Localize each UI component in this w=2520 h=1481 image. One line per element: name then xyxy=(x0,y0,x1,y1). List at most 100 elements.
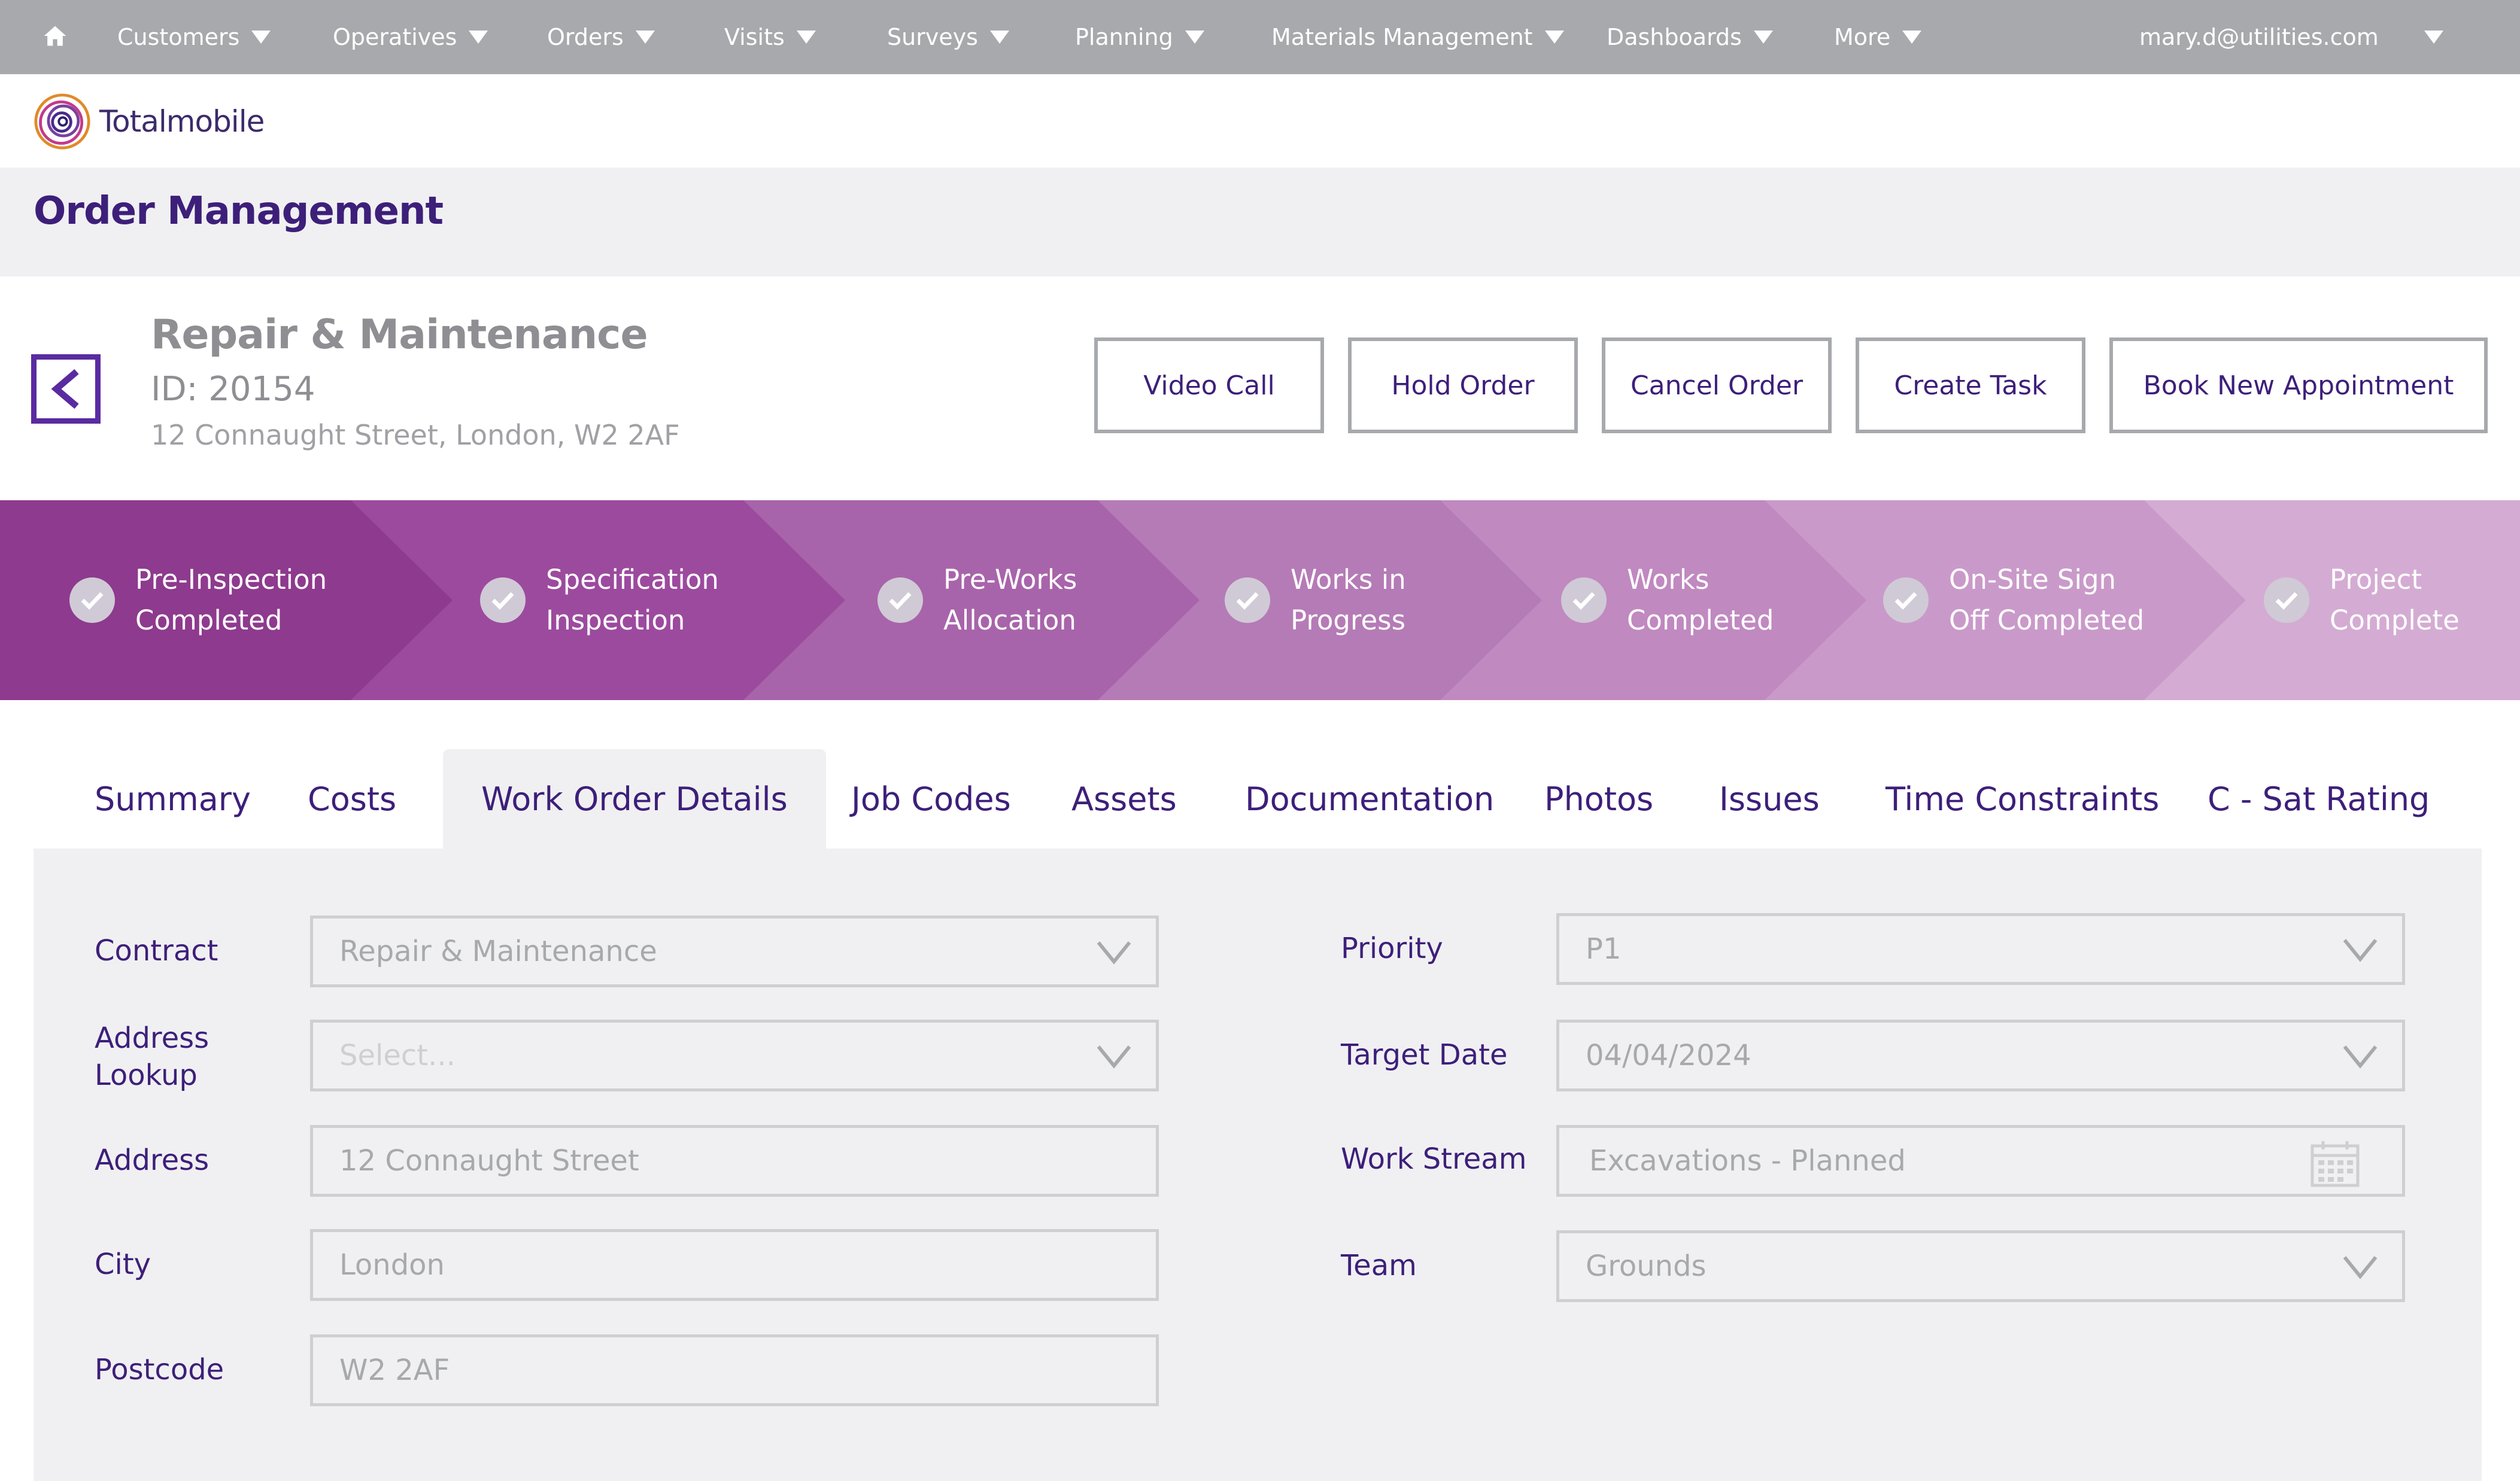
book-new-appointment-button[interactable]: Book New Appointment xyxy=(2109,337,2488,433)
priority-value: P1 xyxy=(1586,932,1622,966)
contract-value: Repair & Maintenance xyxy=(339,935,657,968)
nav-item-label: Visits xyxy=(724,24,785,50)
work-stream-value: Excavations - Planned xyxy=(1589,1144,1906,1178)
priority-label: Priority xyxy=(1341,932,1443,965)
order-address: 12 Connaught Street, London, W2 2AF xyxy=(151,419,680,451)
order-id: ID: 20154 xyxy=(151,370,315,409)
caret-down-icon xyxy=(1185,31,1204,44)
check-circle-icon xyxy=(69,577,115,623)
caret-down-icon xyxy=(2424,31,2443,44)
priority-select[interactable]: P1 xyxy=(1556,913,2405,985)
nav-item-label: More xyxy=(1834,24,1891,50)
tab-c-sat-rating[interactable]: C - Sat Rating xyxy=(2208,749,2430,849)
postcode-field[interactable]: W2 2AF xyxy=(310,1334,1159,1406)
check-circle-icon xyxy=(1883,577,1929,623)
caret-down-icon xyxy=(1902,31,1922,44)
calendar-icon[interactable] xyxy=(2310,1140,2360,1188)
page-header: Order Management xyxy=(0,168,2520,276)
chevron-down-icon xyxy=(1097,1045,1131,1069)
address-lookup-select[interactable]: Select... xyxy=(310,1020,1159,1091)
stage-item: Specification Inspection xyxy=(480,500,719,700)
nav-item-orders[interactable]: Orders xyxy=(547,0,655,74)
stage-item: Works in Progress xyxy=(1225,500,1406,700)
nav-item-materials-management[interactable]: Materials Management xyxy=(1271,0,1564,74)
nav-item-label: Dashboards xyxy=(1607,24,1742,50)
chevron-down-icon xyxy=(2343,1045,2378,1069)
hold-order-button[interactable]: Hold Order xyxy=(1348,337,1578,433)
nav-item-surveys[interactable]: Surveys xyxy=(887,0,1009,74)
home-icon[interactable] xyxy=(42,23,68,49)
city-field[interactable]: London xyxy=(310,1229,1159,1301)
nav-item-label: Orders xyxy=(547,24,624,50)
caret-down-icon xyxy=(469,31,488,44)
nav-item-dashboards[interactable]: Dashboards xyxy=(1607,0,1773,74)
stage-label: Works in Progress xyxy=(1291,564,1406,636)
cancel-order-button[interactable]: Cancel Order xyxy=(1602,337,1832,433)
chevron-left-icon xyxy=(51,369,79,409)
nav-item-label: Customers xyxy=(117,24,240,50)
contract-select[interactable]: Repair & Maintenance xyxy=(310,916,1159,987)
stage-item: Works Completed xyxy=(1561,500,1774,700)
chevron-down-icon xyxy=(1097,941,1131,965)
caret-down-icon xyxy=(251,31,271,44)
work-order-details-panel: Contract Repair & Maintenance Address Lo… xyxy=(34,849,2482,1481)
stage-label: Specification Inspection xyxy=(546,564,719,636)
check-circle-icon xyxy=(480,577,526,623)
tab-summary[interactable]: Summary xyxy=(95,749,251,849)
user-menu-toggle[interactable] xyxy=(2424,0,2443,74)
work-stream-label: Work Stream xyxy=(1341,1142,1527,1176)
nav-item-label: Surveys xyxy=(887,24,978,50)
nav-item-label: Operatives xyxy=(333,24,457,50)
target-date-label: Target Date xyxy=(1341,1038,1508,1072)
page-title: Order Management xyxy=(34,189,444,233)
tab-job-codes[interactable]: Job Codes xyxy=(851,749,1011,849)
postcode-label: Postcode xyxy=(95,1353,224,1386)
target-date-select[interactable]: 04/04/2024 xyxy=(1556,1020,2405,1091)
tab-documentation[interactable]: Documentation xyxy=(1245,749,1494,849)
team-label: Team xyxy=(1341,1249,1417,1282)
top-navigation-bar: Customers Operatives Orders Visits Surve… xyxy=(0,0,2520,74)
caret-down-icon xyxy=(796,31,816,44)
tab-costs[interactable]: Costs xyxy=(308,749,396,849)
logo-text: Totalmobile xyxy=(99,104,265,139)
caret-down-icon xyxy=(1753,31,1773,44)
tab-time-constraints[interactable]: Time Constraints xyxy=(1886,749,2159,849)
nav-item-more[interactable]: More xyxy=(1834,0,1922,74)
contract-label: Contract xyxy=(95,934,218,968)
tab-assets[interactable]: Assets xyxy=(1071,749,1177,849)
address-lookup-label: Address Lookup xyxy=(95,1021,210,1092)
postcode-value: W2 2AF xyxy=(339,1354,450,1387)
team-select[interactable]: Grounds xyxy=(1556,1230,2405,1302)
city-value: London xyxy=(339,1248,445,1282)
tab-photos[interactable]: Photos xyxy=(1544,749,1653,849)
video-call-button[interactable]: Video Call xyxy=(1094,337,1324,433)
nav-item-planning[interactable]: Planning xyxy=(1075,0,1204,74)
brand-logo[interactable]: Totalmobile xyxy=(34,93,265,150)
team-value: Grounds xyxy=(1586,1249,1707,1283)
work-stream-field[interactable]: Excavations - Planned xyxy=(1556,1125,2405,1197)
chevron-down-icon xyxy=(2343,939,2378,962)
back-button[interactable] xyxy=(31,354,101,424)
create-task-button[interactable]: Create Task xyxy=(1856,337,2085,433)
logo-icon xyxy=(34,93,90,150)
caret-down-icon xyxy=(1544,31,1564,44)
stage-item: On-Site Sign Off Completed xyxy=(1883,500,2144,700)
nav-item-visits[interactable]: Visits xyxy=(724,0,816,74)
nav-item-operatives[interactable]: Operatives xyxy=(333,0,488,74)
user-menu[interactable]: mary.d@utilities.com xyxy=(2139,0,2379,74)
tab-issues[interactable]: Issues xyxy=(1719,749,1820,849)
check-circle-icon xyxy=(1225,577,1270,623)
target-date-value: 04/04/2024 xyxy=(1586,1039,1751,1072)
nav-item-customers[interactable]: Customers xyxy=(117,0,271,74)
stage-label: Project Complete xyxy=(2330,564,2460,636)
chevron-down-icon xyxy=(2343,1256,2378,1279)
stage-item: Project Complete xyxy=(2264,500,2460,700)
stage-label: On-Site Sign Off Completed xyxy=(1949,564,2145,636)
check-circle-icon xyxy=(2264,577,2309,623)
address-label: Address xyxy=(95,1144,210,1177)
check-circle-icon xyxy=(1561,577,1607,623)
address-lookup-placeholder: Select... xyxy=(339,1039,456,1072)
tab-work-order-details[interactable]: Work Order Details xyxy=(443,749,826,849)
address-field[interactable]: 12 Connaught Street xyxy=(310,1125,1159,1197)
order-type-title: Repair & Maintenance xyxy=(151,311,648,358)
